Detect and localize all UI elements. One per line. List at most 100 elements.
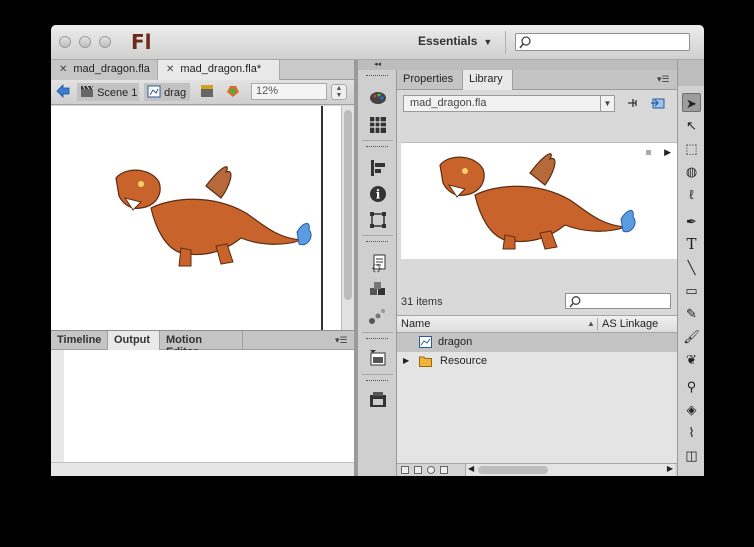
close-icon[interactable]: ✕	[166, 64, 174, 75]
column-as-linkage[interactable]: AS Linkage	[597, 318, 658, 330]
selection-tool-icon[interactable]: ➤	[682, 93, 701, 112]
item-label: dragon	[438, 336, 473, 348]
motion-presets-icon[interactable]	[368, 306, 388, 326]
tab-motion-editor[interactable]: Motion Editor	[160, 331, 243, 358]
pencil-tool-icon[interactable]: ✎	[682, 304, 701, 323]
stop-icon[interactable]	[646, 150, 651, 155]
scroll-left-icon[interactable]: ◀	[468, 464, 474, 473]
panel-menu-icon[interactable]: ▾☰	[335, 335, 348, 346]
help-search-input[interactable]	[515, 33, 690, 51]
close-window-button[interactable]	[59, 36, 71, 48]
pin-library-icon[interactable]	[625, 96, 641, 110]
doc-tab-1[interactable]: ✕ mad_dragon.fla	[51, 60, 158, 80]
workspace-switcher[interactable]: Essentials ▼	[418, 34, 492, 48]
brush-tool-icon[interactable]: 🖌	[682, 327, 701, 346]
lasso-tool-icon[interactable]: ℓ	[682, 185, 701, 204]
drag-grip[interactable]	[366, 380, 388, 383]
stage[interactable]	[51, 106, 354, 330]
panel-menu-icon[interactable]: ▾☰	[657, 74, 670, 85]
text-tool-icon[interactable]: T	[682, 235, 701, 254]
drag-grip[interactable]	[366, 75, 388, 78]
movie-explorer-icon[interactable]	[368, 390, 388, 410]
library-column-header: Name ▲ AS Linkage	[397, 315, 677, 333]
drag-grip[interactable]	[366, 146, 388, 149]
deco-tool-icon[interactable]: ❦	[682, 350, 701, 369]
swatches-icon[interactable]	[368, 115, 388, 135]
drag-grip[interactable]	[366, 241, 388, 244]
close-icon[interactable]: ✕	[59, 64, 67, 75]
svg-text:i: i	[376, 188, 381, 202]
tools-panel: ➤ ↖ ⬚ ◍ ℓ ✒ T ╲ ▭ ✎ 🖌 ❦ ⚲ ◈ ⌇ ◫	[677, 60, 704, 476]
zoom-value: 12%	[256, 85, 279, 97]
info-icon[interactable]: i	[368, 184, 388, 204]
back-arrow-icon[interactable]	[55, 83, 71, 101]
pen-tool-icon[interactable]: ✒	[682, 212, 701, 231]
eraser-tool-icon[interactable]: ◫	[682, 446, 701, 465]
library-search-input[interactable]	[565, 293, 671, 309]
sort-arrow-icon[interactable]: ▲	[587, 319, 595, 328]
zoom-stepper[interactable]: ▲ ▼	[331, 84, 347, 100]
svg-text:{}: {}	[371, 264, 382, 273]
rectangle-tool-icon[interactable]: ▭	[682, 281, 701, 300]
scrollbar-thumb[interactable]	[478, 466, 548, 474]
3d-rotation-tool-icon[interactable]: ◍	[682, 162, 701, 181]
line-tool-icon[interactable]: ╲	[682, 258, 701, 277]
zoom-input[interactable]: 12%	[251, 83, 327, 100]
list-item-resource[interactable]: ▶ Resource	[397, 352, 677, 371]
edit-scene-icon[interactable]	[199, 83, 215, 101]
minimize-window-button[interactable]	[79, 36, 91, 48]
document-tabs: ✕ mad_dragon.fla ✕ mad_dragon.fla*	[51, 60, 354, 80]
library-horizontal-scrollbar[interactable]: ◀ ▶	[465, 464, 675, 476]
output-panel[interactable]	[51, 350, 354, 476]
expand-arrow-icon[interactable]: ▶	[403, 356, 409, 365]
new-symbol-icon[interactable]	[401, 466, 409, 474]
bone-tool-icon[interactable]: ⚲	[682, 377, 701, 396]
doc-tab-2[interactable]: ✕ mad_dragon.fla*	[158, 60, 280, 80]
scene-panel-icon[interactable]	[368, 348, 388, 368]
scrollbar-thumb[interactable]	[344, 110, 352, 300]
zoom-window-button[interactable]	[99, 36, 111, 48]
free-transform-tool-icon[interactable]: ⬚	[682, 139, 701, 158]
scroll-right-icon[interactable]: ▶	[667, 464, 673, 473]
separator	[362, 235, 393, 236]
tab-timeline[interactable]: Timeline	[51, 331, 108, 350]
bottom-panel-tabs: Timeline Output Motion Editor ▾☰	[51, 330, 354, 358]
properties-icon[interactable]	[427, 466, 435, 474]
tab-properties[interactable]: Properties	[397, 70, 463, 90]
drag-grip[interactable]	[366, 338, 388, 341]
code-snippets-icon[interactable]: {}	[368, 253, 388, 273]
eyedropper-tool-icon[interactable]: ⌇	[682, 423, 701, 442]
panel-collapse-bar[interactable]	[397, 60, 677, 70]
collapse-arrows-icon[interactable]: ◂◂	[358, 60, 397, 70]
column-name[interactable]: Name	[401, 318, 430, 330]
separator	[362, 374, 393, 375]
components-icon[interactable]	[368, 280, 388, 300]
tab-output[interactable]: Output	[108, 331, 160, 350]
new-library-panel-icon[interactable]	[650, 96, 666, 110]
tools-collapse-bar[interactable]	[678, 60, 704, 86]
chevron-down-icon: ▼	[600, 96, 614, 111]
delete-icon[interactable]	[440, 466, 448, 474]
tab-label: Timeline	[57, 334, 102, 346]
search-icon	[519, 36, 531, 49]
color-icon[interactable]	[368, 87, 388, 107]
library-preview: ▶	[401, 142, 677, 259]
tab-label: Library	[469, 73, 503, 85]
output-horizontal-scrollbar[interactable]	[51, 462, 354, 476]
dragon-illustration	[115, 166, 312, 267]
subselection-tool-icon[interactable]: ↖	[682, 116, 701, 135]
workspace-label: Essentials	[418, 34, 478, 48]
item-label: Resource	[440, 355, 488, 367]
new-folder-icon[interactable]	[414, 466, 422, 474]
edit-symbol-icon[interactable]	[224, 83, 242, 101]
paint-bucket-tool-icon[interactable]: ◈	[682, 400, 701, 419]
scene-breadcrumb[interactable]: Scene 1	[77, 83, 139, 101]
transform-icon[interactable]	[368, 210, 388, 230]
play-icon[interactable]: ▶	[664, 147, 671, 158]
stage-vertical-scrollbar[interactable]	[341, 106, 354, 330]
library-document-select[interactable]: mad_dragon.fla ▼	[403, 95, 615, 112]
tab-library[interactable]: Library	[463, 70, 513, 90]
symbol-breadcrumb[interactable]: drag	[144, 83, 190, 101]
list-item-dragon[interactable]: dragon	[397, 333, 677, 352]
align-icon[interactable]	[368, 158, 388, 178]
